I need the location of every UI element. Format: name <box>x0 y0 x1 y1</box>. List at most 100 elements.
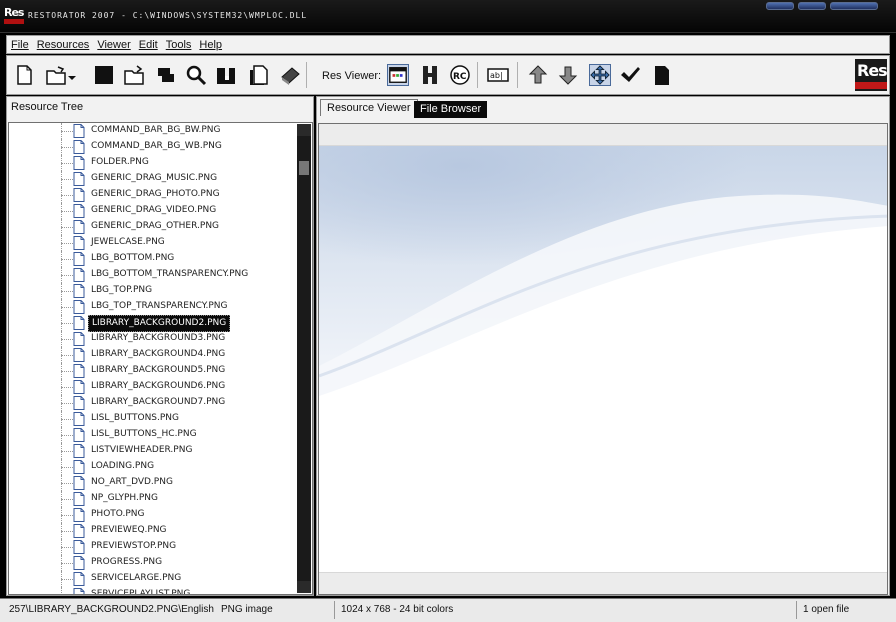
tree-item[interactable]: LISTVIEWHEADER.PNG <box>9 443 299 459</box>
tree-item-label: LIBRARY_BACKGROUND7.PNG <box>91 397 226 407</box>
view-normal-icon[interactable] <box>387 64 409 86</box>
tree-item[interactable]: LIBRARY_BACKGROUND2.PNG <box>9 315 299 332</box>
tree-item[interactable]: GENERIC_DRAG_MUSIC.PNG <box>9 171 299 187</box>
resource-tree[interactable]: COMMAND_BAR_BG_BW.PNG COMMAND_BAR_BG_WB.P… <box>8 122 313 595</box>
file-icon <box>73 476 85 490</box>
tree-item[interactable]: LBG_TOP_TRANSPARENCY.PNG <box>9 299 299 315</box>
menu-viewer[interactable]: Viewer <box>97 39 130 51</box>
tree-item-label: LIBRARY_BACKGROUND3.PNG <box>91 333 226 343</box>
menu-edit[interactable]: Edit <box>139 39 158 51</box>
check-icon[interactable] <box>619 64 641 86</box>
tree-item[interactable]: LOADING.PNG <box>9 459 299 475</box>
menu-tools[interactable]: Tools <box>166 39 192 51</box>
tree-item[interactable]: LBG_BOTTOM_TRANSPARENCY.PNG <box>9 267 299 283</box>
view-rc-icon[interactable]: RC <box>449 64 471 86</box>
tree-item[interactable]: LIBRARY_BACKGROUND7.PNG <box>9 395 299 411</box>
tree-item[interactable]: FOLDER.PNG <box>9 155 299 171</box>
tab-file-browser[interactable]: File Browser <box>414 101 488 118</box>
minimize-button[interactable] <box>766 2 794 10</box>
tree-item-label: COMMAND_BAR_BG_WB.PNG <box>91 141 222 151</box>
menu-help[interactable]: Help <box>199 39 222 51</box>
status-dimensions: 1024 x 768 - 24 bit colors <box>341 604 454 615</box>
menu-resources[interactable]: Resources <box>37 39 90 51</box>
scroll-down-arrow-icon[interactable] <box>297 581 311 593</box>
tree-item[interactable]: LBG_BOTTOM.PNG <box>9 251 299 267</box>
tree-scrollbar[interactable] <box>297 124 311 593</box>
tree-item[interactable]: LIBRARY_BACKGROUND6.PNG <box>9 379 299 395</box>
tree-item-label: COMMAND_BAR_BG_BW.PNG <box>91 125 221 135</box>
move-up-icon[interactable] <box>527 64 549 86</box>
file-icon <box>73 412 85 426</box>
book-icon[interactable] <box>279 64 301 86</box>
tab-resource-viewer[interactable]: Resource Viewer <box>320 99 418 116</box>
svg-text:RC: RC <box>453 72 467 82</box>
new-icon[interactable] <box>13 64 35 86</box>
status-open-files: 1 open file <box>803 604 850 615</box>
tree-item[interactable]: PROGRESS.PNG <box>9 555 299 571</box>
file-icon <box>73 140 85 154</box>
save-icon[interactable] <box>93 64 115 86</box>
copy-resource-icon[interactable] <box>155 64 177 86</box>
fit-icon[interactable] <box>589 64 611 86</box>
file-icon <box>73 508 85 522</box>
tree-item-label: LIBRARY_BACKGROUND6.PNG <box>91 381 226 391</box>
preview-image <box>319 146 887 572</box>
document-icon[interactable] <box>651 64 673 86</box>
file-icon <box>73 172 85 186</box>
tree-item[interactable]: PHOTO.PNG <box>9 507 299 523</box>
tree-item-label: LBG_BOTTOM_TRANSPARENCY.PNG <box>91 269 249 279</box>
maximize-button[interactable] <box>798 2 826 10</box>
extract-icon[interactable] <box>215 64 237 86</box>
file-icon <box>73 204 85 218</box>
find-icon[interactable] <box>185 64 207 86</box>
file-icon <box>73 524 85 538</box>
tree-item[interactable]: COMMAND_BAR_BG_BW.PNG <box>9 123 299 139</box>
file-icon <box>73 220 85 234</box>
file-icon <box>73 124 85 138</box>
tree-item[interactable]: GENERIC_DRAG_VIDEO.PNG <box>9 203 299 219</box>
tree-item[interactable]: PREVIEWEQ.PNG <box>9 523 299 539</box>
menu-file[interactable]: File <box>11 39 29 51</box>
move-down-icon[interactable] <box>557 64 579 86</box>
view-hex-icon[interactable] <box>419 64 441 86</box>
toolbar: Res Viewer: RC ab| Res <box>6 55 890 95</box>
app-logo-text: Res <box>4 6 25 19</box>
resource-tree-label: Resource Tree <box>11 101 84 113</box>
window-title: Restorator 2007 - C:\WINDOWS\system32\wm… <box>28 11 308 20</box>
tree-item[interactable]: PREVIEWSTOP.PNG <box>9 539 299 555</box>
tree-item[interactable]: GENERIC_DRAG_PHOTO.PNG <box>9 187 299 203</box>
tree-item[interactable]: COMMAND_BAR_BG_WB.PNG <box>9 139 299 155</box>
close-button[interactable] <box>830 2 878 10</box>
tree-item-label: LBG_BOTTOM.PNG <box>91 253 175 263</box>
open-icon[interactable] <box>45 64 67 86</box>
tree-item[interactable]: LBG_TOP.PNG <box>9 283 299 299</box>
tree-item[interactable]: SERVICEPLAYLIST.PNG <box>9 587 299 594</box>
view-text-icon[interactable]: ab| <box>487 64 509 86</box>
tree-item-label: PHOTO.PNG <box>91 509 145 519</box>
title-bar: Res Restorator 2007 - C:\WINDOWS\system3… <box>0 0 896 33</box>
tree-item[interactable]: LISL_BUTTONS.PNG <box>9 411 299 427</box>
open-folder-icon[interactable] <box>123 64 145 86</box>
scroll-thumb[interactable] <box>299 161 309 175</box>
tree-item-label: GENERIC_DRAG_MUSIC.PNG <box>91 173 218 183</box>
tree-item[interactable]: LISL_BUTTONS_HC.PNG <box>9 427 299 443</box>
pages-icon[interactable] <box>247 64 269 86</box>
tree-item[interactable]: SERVICELARGE.PNG <box>9 571 299 587</box>
tree-item[interactable]: NP_GLYPH.PNG <box>9 491 299 507</box>
tree-item-label: LISL_BUTTONS_HC.PNG <box>91 429 197 439</box>
tree-item[interactable]: NO_ART_DVD.PNG <box>9 475 299 491</box>
file-icon <box>73 268 85 282</box>
tree-item[interactable]: GENERIC_DRAG_OTHER.PNG <box>9 219 299 235</box>
file-icon <box>73 348 85 362</box>
tree-item-label: LIBRARY_BACKGROUND5.PNG <box>91 365 226 375</box>
open-dropdown-icon[interactable] <box>67 64 77 86</box>
tree-item-label: GENERIC_DRAG_OTHER.PNG <box>91 221 220 231</box>
scroll-up-arrow-icon[interactable] <box>297 124 311 136</box>
tree-item[interactable]: JEWELCASE.PNG <box>9 235 299 251</box>
tree-item[interactable]: LIBRARY_BACKGROUND4.PNG <box>9 347 299 363</box>
file-icon <box>73 284 85 298</box>
file-icon <box>73 364 85 378</box>
brand-logo: Res <box>855 59 888 91</box>
tree-item[interactable]: LIBRARY_BACKGROUND5.PNG <box>9 363 299 379</box>
tree-item[interactable]: LIBRARY_BACKGROUND3.PNG <box>9 331 299 347</box>
